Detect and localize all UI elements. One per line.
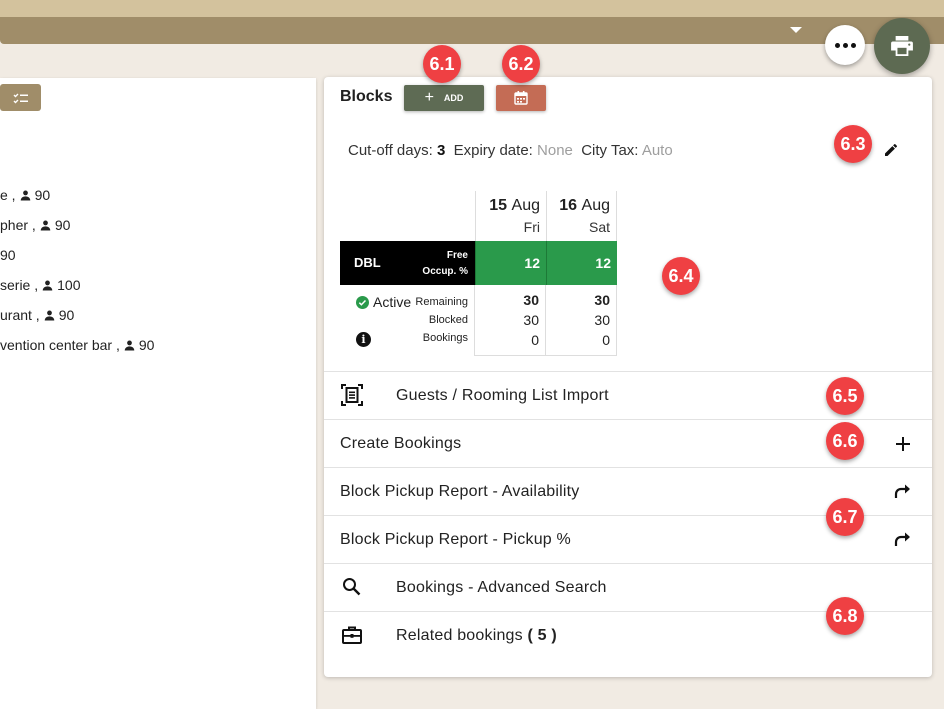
person-icon [124,340,135,351]
edit-icon[interactable] [882,141,900,159]
marker-6-8: 6.8 [826,597,864,635]
list-item[interactable]: serie , 100 [0,270,154,300]
plus-icon [896,437,910,451]
expiry-value: None [537,142,573,159]
calendar-icon [514,91,528,105]
related-bookings-count: ( 5 ) [527,626,557,644]
document-scan-icon [341,384,363,406]
status-label: Active [373,294,412,310]
citytax-value: Auto [641,142,673,159]
pickup-percent-label: Block Pickup Report - Pickup % [340,530,571,548]
more-horiz-icon [834,42,840,48]
checklist-button[interactable] [0,84,41,111]
person-icon [44,310,54,321]
date-header: 15 Aug Fri [475,191,546,241]
person-icon [20,190,30,201]
occupancy-label: Occup. % [422,266,468,277]
room-type: DBL [354,255,381,270]
forward-arrow-icon [894,484,910,498]
list-item[interactable]: e , 90 [0,180,154,210]
marker-6-7: 6.7 [826,498,864,536]
cutoff-value: 3 [436,142,446,159]
marker-6-1: 6.1 [423,45,461,83]
plus-icon: + [424,89,434,106]
forward-arrow-icon [894,532,910,546]
guests-import-label: Guests / Rooming List Import [396,386,609,404]
marker-6-5: 6.5 [826,377,864,415]
top-band [0,0,944,17]
block-status: Active Remaining Blocked Bookings i [340,285,475,356]
print-icon [891,36,913,56]
free-cell[interactable]: 12 [546,241,617,285]
toolbar [0,17,944,44]
availability-grid: 15 Aug Fri 16 Aug Sat DBL Free Occup. % … [340,191,617,356]
venue-list: e , 90 pher , 90 90 serie , 100 urant , … [0,180,154,360]
briefcase-icon [342,626,362,644]
more-options-button[interactable] [825,25,865,65]
print-button[interactable] [874,18,930,74]
create-bookings-label: Create Bookings [340,434,462,452]
left-panel: e , 90 pher , 90 90 serie , 100 urant , … [0,78,316,709]
add-block-button[interactable]: + ADD [404,85,484,111]
check-circle-icon [356,295,369,309]
person-icon [42,280,53,291]
date-column-values: 30 30 0 [546,285,617,356]
block-settings: Cut-off days: 3 Expiry date: None City T… [348,142,673,159]
marker-6-2: 6.2 [502,45,540,83]
date-column-values: 30 30 0 [475,285,546,356]
search-icon [343,578,361,596]
free-cell[interactable]: 12 [475,241,546,285]
info-icon[interactable]: i [356,332,371,347]
room-type-row-header: DBL Free Occup. % [340,241,475,285]
list-item[interactable]: urant , 90 [0,300,154,330]
list-item[interactable]: 90 [0,240,154,270]
date-header: 16 Aug Sat [546,191,617,241]
pickup-availability-label: Block Pickup Report - Availability [340,482,580,500]
marker-6-6: 6.6 [826,422,864,460]
marker-6-3: 6.3 [834,125,872,163]
list-item[interactable]: vention center bar , 90 [0,330,154,360]
person-icon [40,220,51,231]
blocks-title: Blocks [340,88,393,105]
calendar-button[interactable] [496,85,546,111]
dropdown-arrow-icon[interactable] [790,27,802,33]
list-item[interactable]: pher , 90 [0,210,154,240]
grid-divider [475,355,617,356]
add-label: ADD [443,93,464,103]
marker-6-4: 6.4 [662,257,700,295]
advanced-search-label: Bookings - Advanced Search [396,578,607,596]
free-label: Free [446,250,468,261]
checklist-icon [13,93,28,103]
related-bookings-label: Related bookings ( 5 ) [396,626,557,644]
